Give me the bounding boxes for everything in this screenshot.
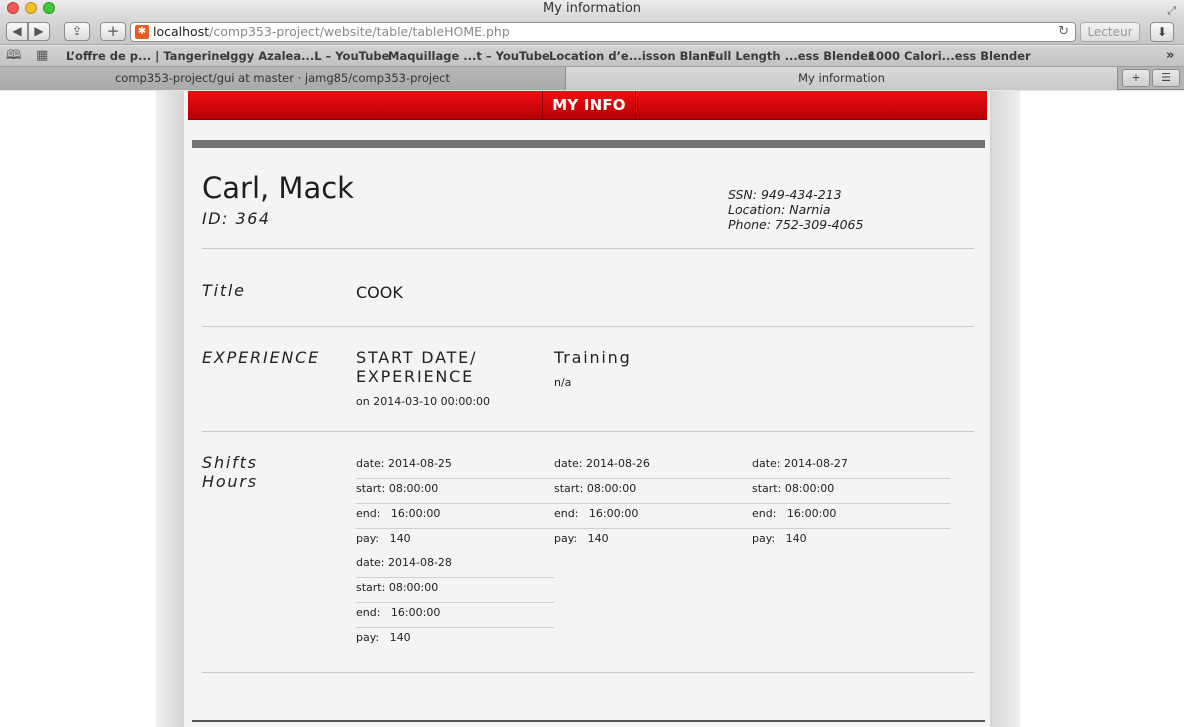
shift-start: start: 08:00:00	[554, 479, 752, 504]
site-favicon-icon: ✱	[135, 25, 149, 39]
window-title: My information	[542, 1, 642, 16]
shift-date: date: 2014-08-26	[554, 454, 752, 479]
title-label: Title	[202, 281, 246, 300]
employee-location: Location: Narnia	[728, 202, 831, 217]
employee-phone: Phone: 752-309-4065	[728, 217, 864, 232]
window-titlebar: My information ⤢	[0, 0, 1184, 18]
shift-card: date: 2014-08-26 start: 08:00:00 end: 16…	[554, 454, 752, 554]
bookmark-item[interactable]: Full Length ...ess Blender	[708, 46, 874, 66]
bookmarks-bar: 🕮 ▦ L’offre de p... | Tangerine Iggy Aza…	[0, 46, 1184, 67]
share-icon: ⇪	[71, 24, 83, 38]
url-path: /comp353-project/website/table/tableHOME…	[209, 24, 510, 39]
employee-id: ID: 364	[202, 209, 271, 228]
training-header: Training	[554, 348, 632, 367]
fullscreen-icon[interactable]: ⤢	[1167, 2, 1176, 19]
shifts-label: Shifts	[202, 453, 258, 472]
new-tab-button[interactable]: +	[100, 22, 126, 41]
shift-start: start: 08:00:00	[752, 479, 950, 504]
shift-start: start: 08:00:00	[356, 578, 554, 603]
experience-label: EXPERIENCE	[202, 348, 321, 367]
employee-ssn: SSN: 949-434-213	[728, 187, 842, 202]
zoom-window-button[interactable]	[43, 2, 55, 14]
forward-arrow-icon: ▶	[34, 24, 44, 38]
page-container: MY INFO Carl, Mack ID: 364 SSN: 949-434-…	[184, 91, 990, 727]
start-date-header-line1: START DATE/	[356, 348, 478, 367]
section-divider	[202, 431, 974, 432]
section-divider	[202, 248, 974, 249]
bookmark-item[interactable]: Maquillage ...t – YouTube	[388, 46, 550, 66]
shift-card: date: 2014-08-28 start: 08:00:00 end: 16…	[356, 553, 554, 653]
tab-overview-icon[interactable]: ☰	[1152, 69, 1180, 87]
reader-button[interactable]: Lecteur	[1080, 22, 1140, 42]
bookmark-item[interactable]: Iggy Azalea...L – YouTube	[226, 46, 389, 66]
bookmark-item[interactable]: 1000 Calori...ess Blender	[868, 46, 1031, 66]
shift-date: date: 2014-08-27	[752, 454, 950, 479]
close-window-button[interactable]	[7, 2, 19, 14]
bookmark-item[interactable]: Location d’e...isson Blanc	[549, 46, 715, 66]
share-button[interactable]: ⇪	[64, 22, 90, 41]
top-sites-icon[interactable]: ▦	[36, 46, 48, 66]
start-date-header-line2: EXPERIENCE	[356, 367, 475, 386]
nav-my-info-link[interactable]: MY INFO	[542, 91, 636, 119]
footer-divider	[192, 720, 985, 722]
url-host: localhost	[153, 24, 210, 39]
shift-card: date: 2014-08-25 start: 08:00:00 end: 16…	[356, 454, 554, 554]
shift-date: date: 2014-08-25	[356, 454, 554, 479]
address-bar[interactable]: ✱ localhost/comp353-project/website/tabl…	[130, 22, 1076, 42]
shift-end: end: 16:00:00	[554, 504, 752, 529]
shift-start: start: 08:00:00	[356, 479, 554, 504]
tab-my-information[interactable]: My information	[566, 67, 1118, 90]
forward-button[interactable]: ▶	[28, 22, 50, 41]
shift-end: end: 16:00:00	[356, 603, 554, 628]
page-viewport: MY INFO Carl, Mack ID: 364 SSN: 949-434-…	[0, 91, 1184, 727]
shift-end: end: 16:00:00	[752, 504, 950, 529]
window-controls	[7, 2, 55, 14]
section-divider	[202, 326, 974, 327]
tab-bar: comp353-project/gui at master · jamg85/c…	[0, 67, 1184, 90]
hours-label: Hours	[202, 472, 258, 491]
page-shadow-left	[156, 91, 184, 727]
bookmark-item[interactable]: L’offre de p... | Tangerine	[66, 46, 227, 66]
shift-pay: pay: 140	[752, 532, 807, 545]
title-value: COOK	[356, 283, 403, 302]
new-tab-plus-icon[interactable]: +	[1122, 69, 1150, 87]
shift-end: end: 16:00:00	[356, 504, 554, 529]
plus-icon: +	[106, 22, 120, 40]
header-divider	[192, 140, 985, 148]
back-arrow-icon: ◀	[12, 24, 22, 38]
shift-pay: pay: 140	[554, 532, 609, 545]
section-divider	[202, 672, 974, 673]
employee-name: Carl, Mack	[202, 171, 354, 205]
shift-date: date: 2014-08-28	[356, 553, 554, 578]
browser-toolbar: ◀ ▶ ⇪ + ✱ localhost/comp353-project/webs…	[0, 18, 1184, 45]
top-nav-bar: MY INFO	[188, 91, 987, 120]
reload-icon[interactable]: ↻	[1058, 23, 1069, 41]
start-date-value: on 2014-03-10 00:00:00	[356, 395, 491, 408]
reading-list-icon[interactable]: 🕮	[6, 46, 21, 66]
back-button[interactable]: ◀	[6, 22, 28, 41]
training-value: n/a	[554, 376, 572, 389]
more-bookmarks-icon[interactable]: »	[1166, 46, 1174, 66]
minimize-window-button[interactable]	[25, 2, 37, 14]
download-icon: ⬇	[1156, 25, 1168, 39]
page-shadow-right	[990, 91, 1020, 727]
shift-pay: pay: 140	[356, 532, 411, 545]
shift-card: date: 2014-08-27 start: 08:00:00 end: 16…	[752, 454, 950, 554]
downloads-button[interactable]: ⬇	[1150, 22, 1174, 42]
shift-pay: pay: 140	[356, 631, 411, 644]
tab-github[interactable]: comp353-project/gui at master · jamg85/c…	[0, 67, 566, 90]
